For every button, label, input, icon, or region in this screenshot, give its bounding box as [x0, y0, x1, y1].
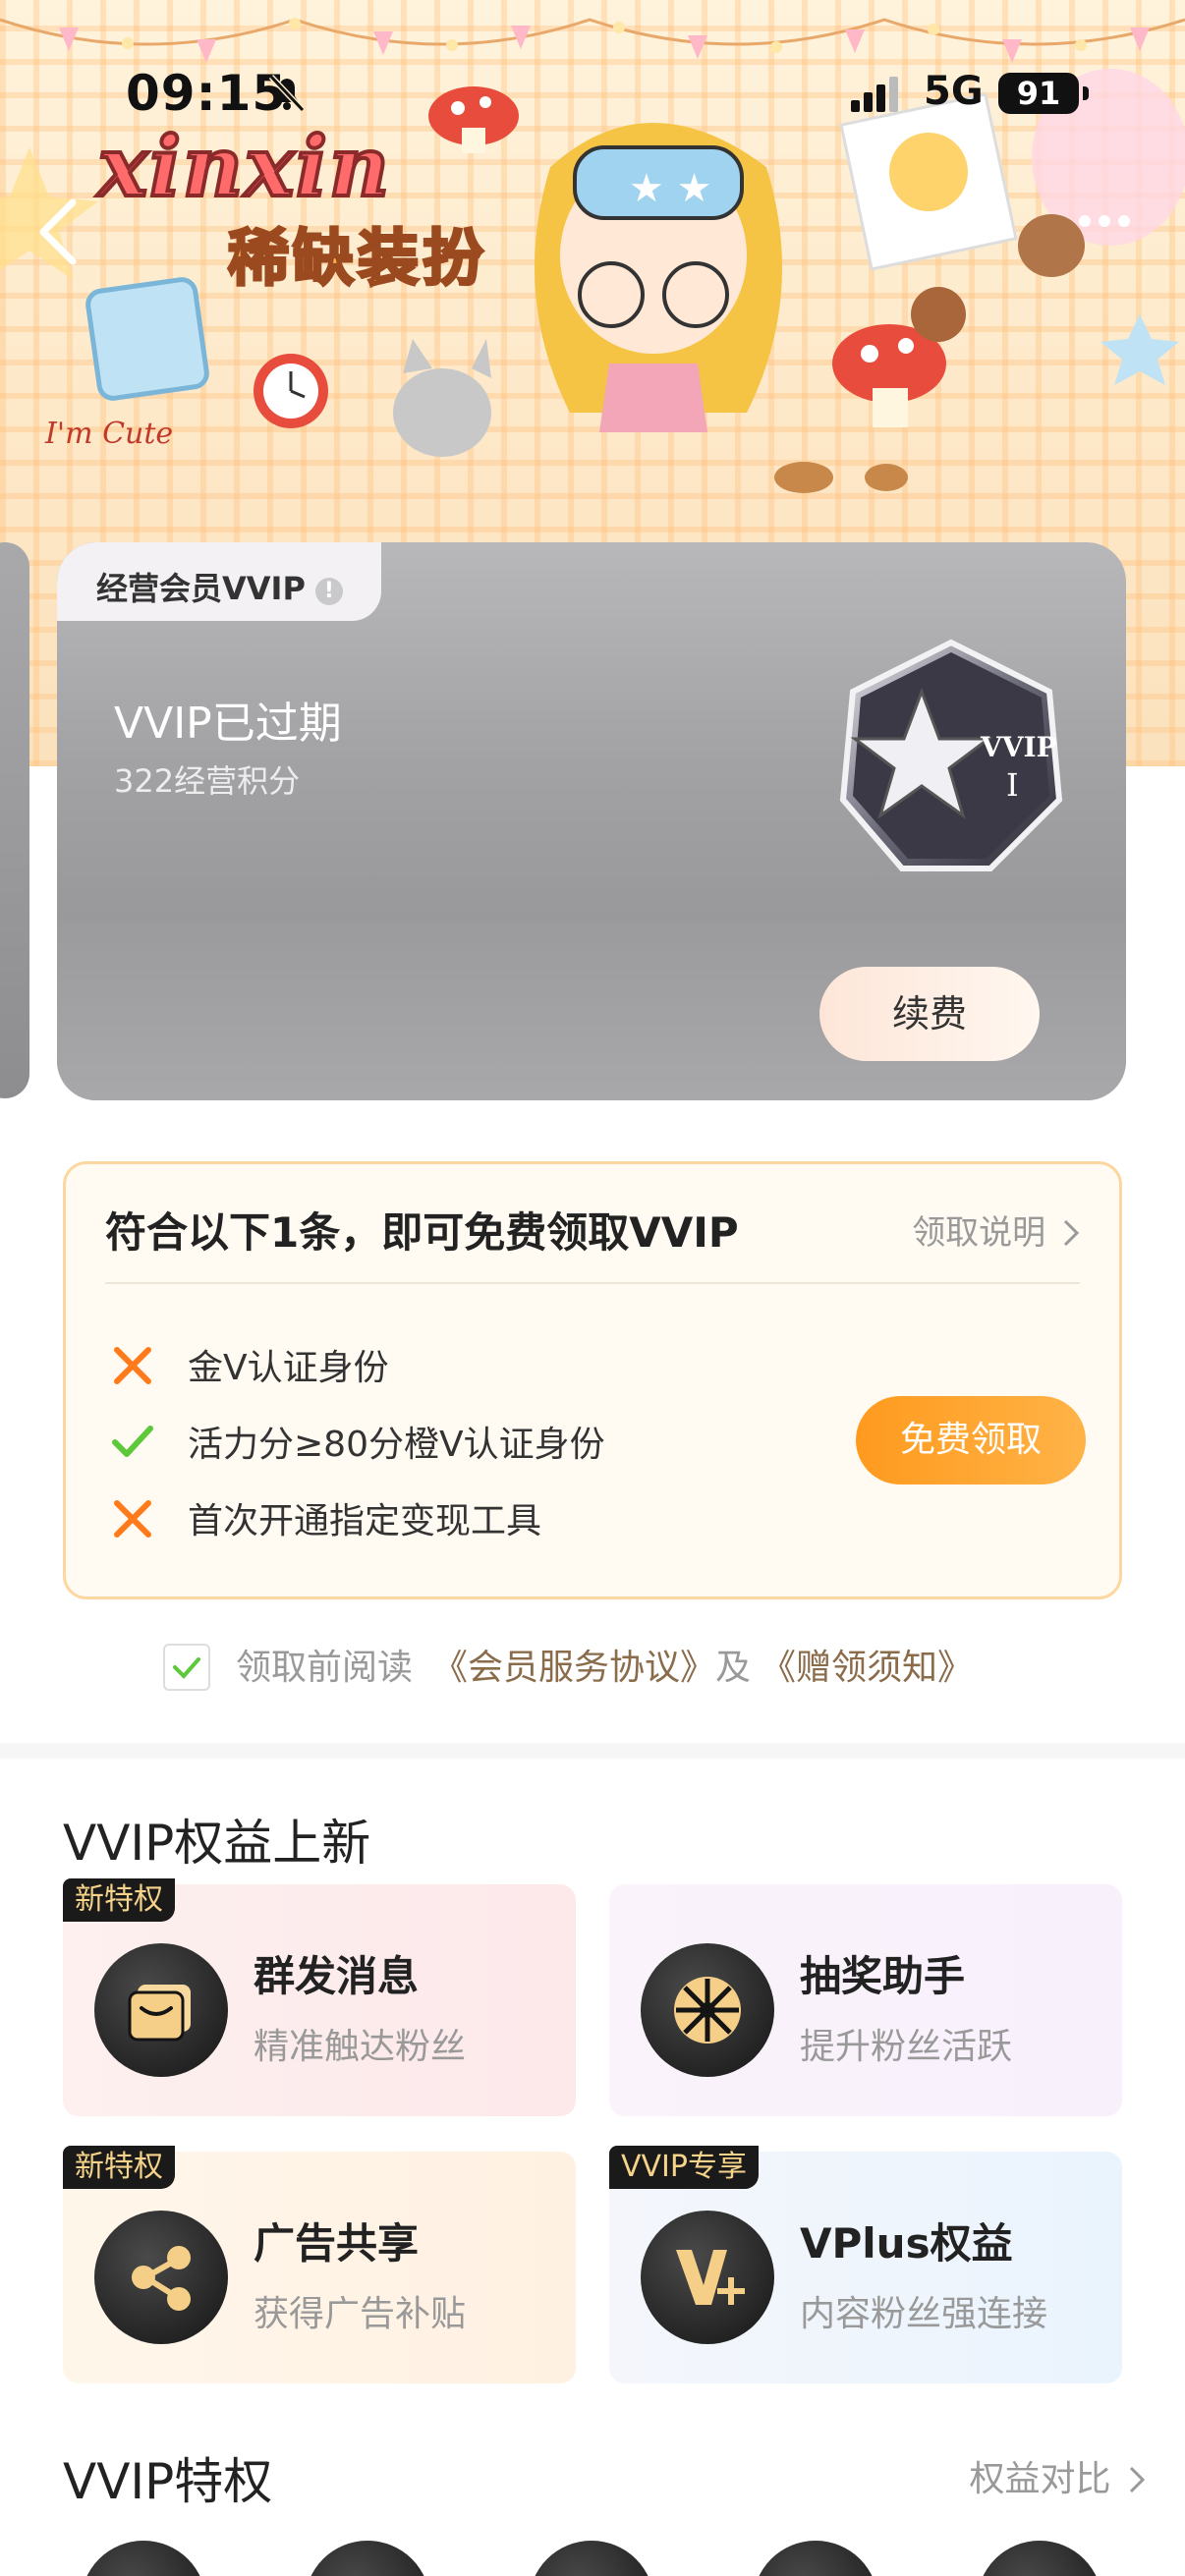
benefit-vplus[interactable]: VVIP专享 VPlus权益 内容粉丝强连接 — [609, 2146, 1122, 2383]
benefit-lottery-helper[interactable]: 抽奖助手 提升粉丝活跃 — [609, 1884, 1122, 2116]
badge-level: I — [1006, 766, 1019, 804]
claim-title: 符合以下1条，即可免费领取VVIP — [105, 1208, 739, 1257]
cute-caption: I'm Cute — [45, 417, 174, 451]
condition-text: 金V认证身份 — [188, 1348, 389, 1388]
gift-notice-link[interactable]: 《赠领须知》 — [761, 1648, 973, 1688]
section-gap — [0, 1743, 1185, 1759]
benefits-new-title: VVIP权益上新 — [63, 1815, 371, 1872]
adjacent-card[interactable] — [0, 542, 29, 1098]
service-agreement-link[interactable]: 《会员服务协议》 — [432, 1648, 715, 1688]
battery-icon: 91 — [998, 73, 1079, 114]
condition-text: 首次开通指定变现工具 — [188, 1501, 542, 1541]
benefit-tag: 新特权 — [63, 2146, 175, 2189]
benefit-name: 群发消息 — [254, 1952, 420, 2000]
agreement-prefix: 领取前阅读 — [236, 1648, 414, 1688]
benefit-desc: 内容粉丝强连接 — [800, 2294, 1048, 2334]
benefit-ad-share[interactable]: 新特权 广告共享 获得广告补贴 — [63, 2146, 576, 2383]
benefit-desc: 精准触达粉丝 — [254, 2027, 467, 2067]
agreement-row: 领取前阅读 《会员服务协议》及 《赠领须知》 — [163, 1639, 973, 1691]
share-icon — [94, 2211, 228, 2344]
logo-subtitle: 稀缺装扮 — [226, 221, 488, 296]
vplus-icon — [641, 2211, 774, 2344]
member-card: 经营会员VVIP! VVIP已过期 322经营积分 VVIP I 续费 — [57, 542, 1126, 1100]
chevron-right-icon — [1063, 1219, 1080, 1247]
back-button[interactable] — [29, 196, 88, 267]
benefit-mass-message[interactable]: 新特权 群发消息 精准触达粉丝 — [63, 1878, 576, 2116]
condition-item: 首次开通指定变现工具 — [111, 1492, 541, 1543]
privilege-icon[interactable] — [305, 2541, 430, 2576]
status-bar: 09:15 5G 91 — [0, 59, 1185, 138]
lottery-wheel-icon — [641, 1943, 774, 2077]
condition-item: 金V认证身份 — [111, 1339, 389, 1390]
card-tab: 经营会员VVIP! — [57, 542, 381, 621]
member-points: 322经营积分 — [114, 762, 301, 800]
benefit-desc: 获得广告补贴 — [254, 2294, 467, 2334]
privileges-title: VVIP特权 — [63, 2453, 273, 2510]
privilege-icon[interactable] — [977, 2541, 1102, 2576]
signal-icon — [851, 77, 898, 112]
card-tab-label: 经营会员VVIP — [96, 570, 306, 607]
more-button[interactable] — [1079, 212, 1148, 242]
privilege-icon[interactable] — [529, 2541, 654, 2576]
benefit-name: VPlus权益 — [800, 2219, 1013, 2268]
renew-button[interactable]: 续费 — [819, 967, 1040, 1061]
condition-text: 活力分≥80分橙V认证身份 — [188, 1425, 605, 1465]
benefit-compare-link[interactable]: 权益对比 — [970, 2450, 1146, 2501]
compare-label: 权益对比 — [969, 2459, 1111, 2499]
benefit-desc: 提升粉丝活跃 — [800, 2027, 1013, 2067]
privilege-icon[interactable] — [753, 2541, 878, 2576]
condition-item: 活力分≥80分橙V认证身份 — [111, 1416, 605, 1467]
privilege-icon[interactable] — [81, 2541, 206, 2576]
badge-text: VVIP — [980, 731, 1057, 763]
info-icon[interactable]: ! — [314, 578, 343, 605]
network-label: 5G — [924, 69, 984, 114]
free-claim-button[interactable]: 免费领取 — [856, 1396, 1086, 1484]
svg-text:★ ★: ★ ★ — [629, 166, 711, 211]
benefit-name: 抽奖助手 — [800, 1952, 966, 2000]
message-card-icon — [94, 1943, 228, 2077]
check-icon — [112, 1426, 153, 1457]
claim-help-link[interactable]: 领取说明 — [912, 1205, 1080, 1254]
claim-help-label: 领取说明 — [912, 1213, 1046, 1253]
agreement-checkbox[interactable] — [163, 1644, 210, 1691]
divider — [105, 1282, 1080, 1284]
free-claim-panel: 符合以下1条，即可免费领取VVIP 领取说明 金V认证身份 活力分≥80分橙V认… — [63, 1161, 1122, 1599]
chevron-right-icon — [1129, 2466, 1146, 2493]
bell-off-icon — [268, 74, 306, 113]
benefit-tag: 新特权 — [63, 1878, 175, 1922]
cross-icon — [114, 1500, 151, 1538]
benefit-tag: VVIP专享 — [609, 2146, 759, 2189]
status-time: 09:15 — [126, 65, 288, 122]
vvip-badge-icon: VVIP I — [839, 639, 1063, 871]
member-status: VVIP已过期 — [114, 699, 342, 749]
battery-tip — [1083, 86, 1089, 100]
agreement-joiner: 及 — [715, 1648, 752, 1688]
check-icon — [173, 1657, 200, 1679]
benefit-name: 广告共享 — [254, 2219, 420, 2268]
cross-icon — [114, 1347, 151, 1384]
